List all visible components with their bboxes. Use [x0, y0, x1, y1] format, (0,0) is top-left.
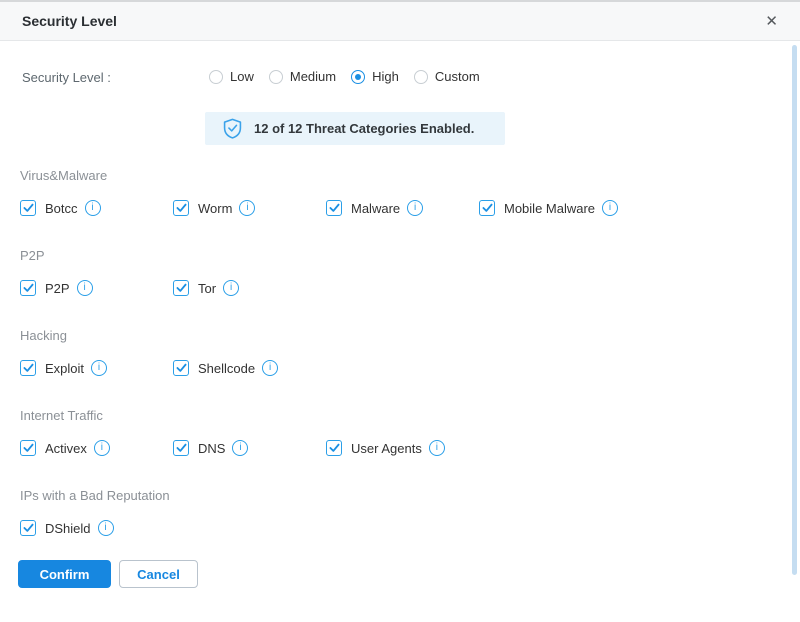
security-level-label: Security Level : — [22, 70, 111, 85]
section-internet-traffic: Internet Traffic Activex i DNS i User Agents i — [0, 400, 800, 480]
checkbox-label-user-agents: User Agents — [351, 441, 422, 456]
checkbox-icon-dshield[interactable] — [20, 520, 36, 536]
info-icon-tor[interactable]: i — [223, 280, 239, 296]
section-title-virus-malware: Virus&Malware — [20, 166, 800, 186]
shield-check-icon — [223, 118, 242, 139]
checkbox-label-activex: Activex — [45, 441, 87, 456]
checkbox-label-mobile-malware: Mobile Malware — [504, 201, 595, 216]
radio-label-custom: Custom — [435, 69, 480, 84]
checkbox-item-dns[interactable]: DNS i — [173, 440, 326, 456]
info-icon-mobile-malware[interactable]: i — [602, 200, 618, 216]
radio-option-low[interactable]: Low — [209, 69, 254, 84]
checkbox-label-p2p: P2P — [45, 281, 70, 296]
section-title-hacking: Hacking — [20, 326, 800, 346]
section-row-p2p: P2PiTori — [20, 280, 800, 296]
radio-label-high: High — [372, 69, 399, 84]
section-p2p: P2PP2PiTori — [0, 240, 800, 320]
checkbox-icon-worm[interactable] — [173, 200, 189, 216]
info-icon-botcc[interactable]: i — [85, 200, 101, 216]
threat-category-sections: Virus&MalwareBotcciWormiMalwareiMobile M… — [0, 160, 800, 560]
radio-icon-high — [351, 70, 365, 84]
dialog-footer: Confirm Cancel — [18, 560, 198, 588]
checkbox-icon-p2p[interactable] — [20, 280, 36, 296]
section-row-virus-malware: BotcciWormiMalwareiMobile Malwarei — [20, 200, 800, 216]
section-virus-malware: Virus&MalwareBotcciWormiMalwareiMobile M… — [0, 160, 800, 240]
checkbox-label-botcc: Botcc — [45, 201, 78, 216]
checkbox-item-dshield[interactable]: DShield i — [20, 520, 173, 536]
cancel-button[interactable]: Cancel — [119, 560, 198, 588]
radio-option-custom[interactable]: Custom — [414, 69, 480, 84]
checkbox-icon-exploit[interactable] — [20, 360, 36, 376]
security-level-dialog: Security Level ✕ Security Level : Low Med… — [0, 0, 800, 622]
checkbox-label-exploit: Exploit — [45, 361, 84, 376]
radio-icon-low — [209, 70, 223, 84]
info-icon-shellcode[interactable]: i — [262, 360, 278, 376]
scrollbar-thumb[interactable] — [792, 45, 797, 575]
section-row-internet-traffic: Activex i DNS i User Agents i — [20, 440, 800, 456]
security-level-radio-group: Low Medium High Custom — [209, 69, 480, 84]
section-title-internet-traffic: Internet Traffic — [20, 406, 800, 426]
checkbox-label-shellcode: Shellcode — [198, 361, 255, 376]
info-icon-exploit[interactable]: i — [91, 360, 107, 376]
checkbox-item-tor[interactable]: Tori — [173, 280, 326, 296]
checkbox-item-user-agents[interactable]: User Agents i — [326, 440, 479, 456]
section-ips-with-a-bad-reputation: IPs with a Bad Reputation DShield i — [0, 480, 800, 560]
section-row-hacking: Exploit i Shellcode i — [20, 360, 800, 376]
close-icon[interactable]: ✕ — [765, 14, 778, 29]
radio-option-medium[interactable]: Medium — [269, 69, 336, 84]
info-icon-user-agents[interactable]: i — [429, 440, 445, 456]
radio-option-high[interactable]: High — [351, 69, 399, 84]
radio-icon-medium — [269, 70, 283, 84]
checkbox-label-malware: Malware — [351, 201, 400, 216]
section-title-ips-with-a-bad-reputation: IPs with a Bad Reputation — [20, 486, 800, 506]
checkbox-icon-mobile-malware[interactable] — [479, 200, 495, 216]
radio-label-medium: Medium — [290, 69, 336, 84]
section-hacking: Hacking Exploit i Shellcode i — [0, 320, 800, 400]
info-icon-activex[interactable]: i — [94, 440, 110, 456]
checkbox-item-shellcode[interactable]: Shellcode i — [173, 360, 326, 376]
radio-label-low: Low — [230, 69, 254, 84]
info-icon-malware[interactable]: i — [407, 200, 423, 216]
checkbox-icon-activex[interactable] — [20, 440, 36, 456]
checkbox-item-mobile-malware[interactable]: Mobile Malware i — [479, 200, 632, 216]
banner-text: 12 of 12 Threat Categories Enabled. — [254, 121, 474, 136]
section-row-ips-with-a-bad-reputation: DShield i — [20, 520, 800, 536]
checkbox-item-p2p[interactable]: P2P i — [20, 280, 173, 296]
confirm-button[interactable]: Confirm — [18, 560, 111, 588]
checkbox-label-dshield: DShield — [45, 521, 91, 536]
dialog-title: Security Level — [22, 13, 117, 29]
info-icon-p2p[interactable]: i — [77, 280, 93, 296]
checkbox-icon-botcc[interactable] — [20, 200, 36, 216]
checkbox-icon-tor[interactable] — [173, 280, 189, 296]
checkbox-item-botcc[interactable]: Botcci — [20, 200, 173, 216]
dialog-header: Security Level ✕ — [0, 0, 800, 41]
checkbox-icon-dns[interactable] — [173, 440, 189, 456]
radio-icon-custom — [414, 70, 428, 84]
checkbox-icon-malware[interactable] — [326, 200, 342, 216]
info-icon-worm[interactable]: i — [239, 200, 255, 216]
checkbox-item-exploit[interactable]: Exploit i — [20, 360, 173, 376]
checkbox-label-tor: Tor — [198, 281, 216, 296]
threat-categories-banner: 12 of 12 Threat Categories Enabled. — [205, 112, 505, 145]
checkbox-icon-user-agents[interactable] — [326, 440, 342, 456]
checkbox-item-malware[interactable]: Malware i — [326, 200, 479, 216]
info-icon-dns[interactable]: i — [232, 440, 248, 456]
checkbox-label-worm: Worm — [198, 201, 232, 216]
checkbox-icon-shellcode[interactable] — [173, 360, 189, 376]
checkbox-item-activex[interactable]: Activex i — [20, 440, 173, 456]
section-title-p2p: P2P — [20, 246, 800, 266]
checkbox-label-dns: DNS — [198, 441, 225, 456]
checkbox-item-worm[interactable]: Wormi — [173, 200, 326, 216]
info-icon-dshield[interactable]: i — [98, 520, 114, 536]
